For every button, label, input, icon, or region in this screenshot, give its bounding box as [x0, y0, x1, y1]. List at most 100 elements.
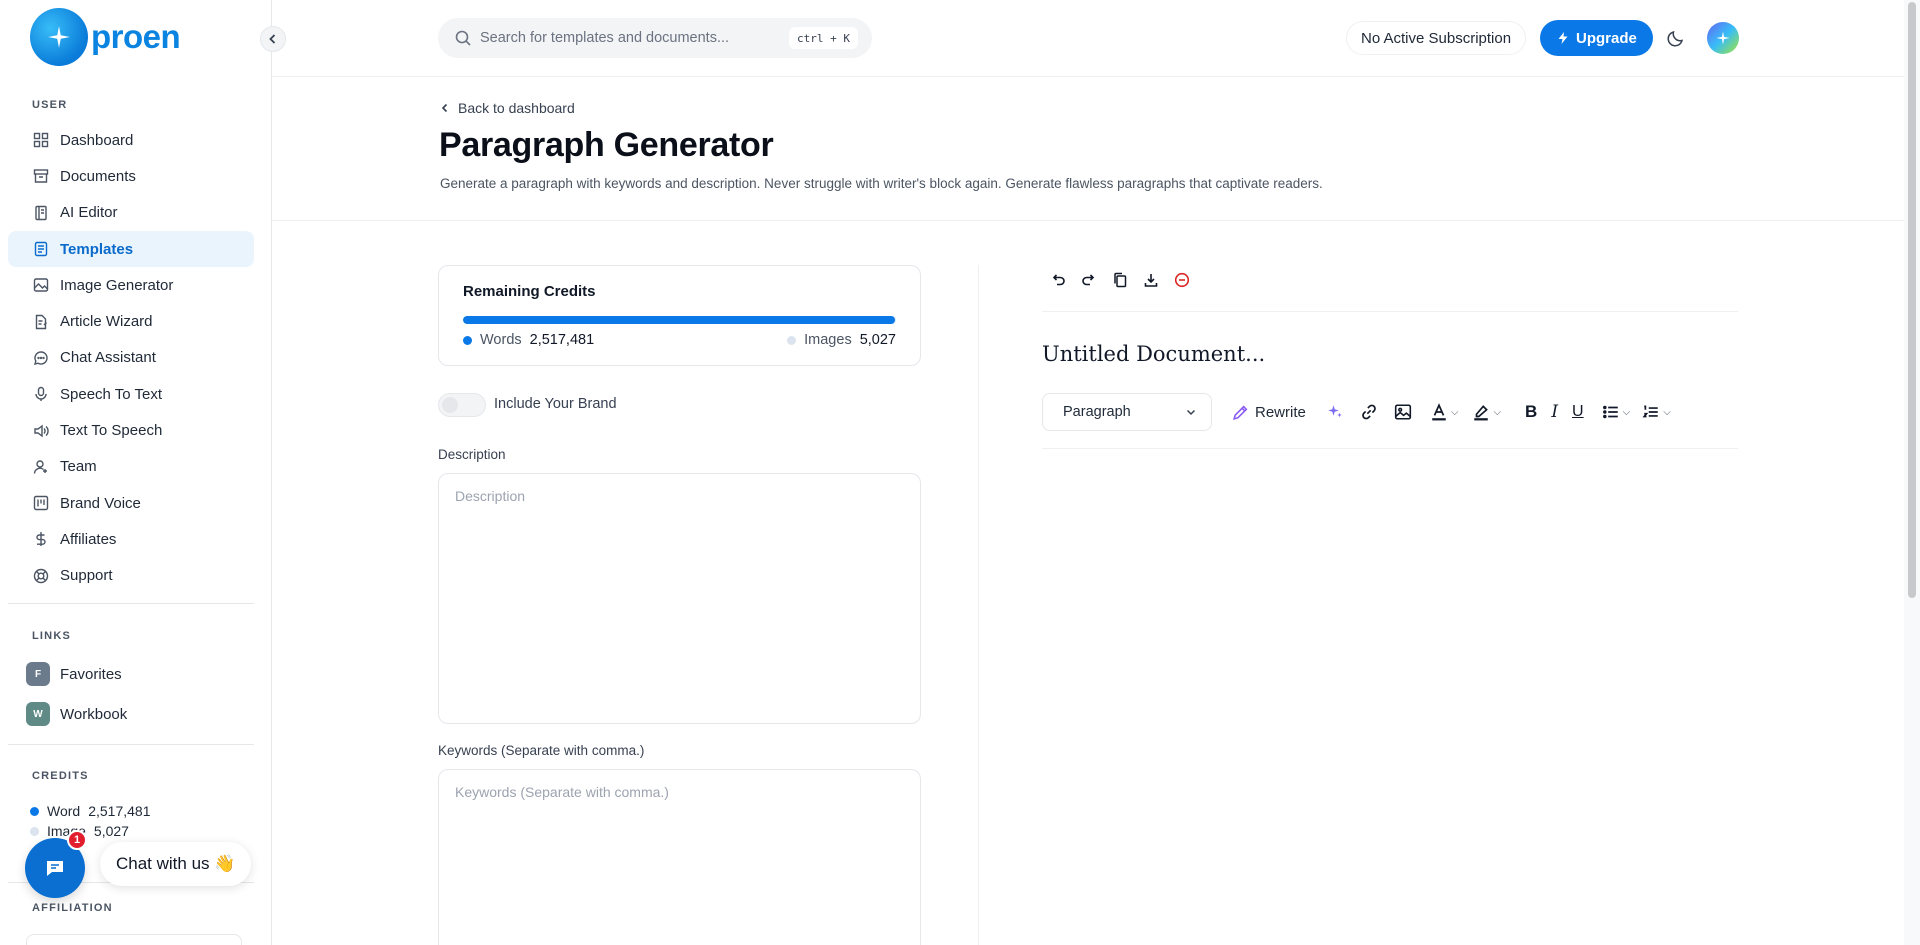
column-divider	[978, 265, 979, 945]
underline-icon[interactable]: U	[1572, 401, 1584, 423]
rewrite-label: Rewrite	[1255, 403, 1306, 421]
page-description: Generate a paragraph with keywords and d…	[440, 176, 1323, 191]
credits-progress-bar	[463, 316, 896, 324]
sidebar-item-dashboard[interactable]: Dashboard	[8, 122, 254, 158]
word-dot	[30, 806, 39, 816]
upgrade-button[interactable]: Upgrade	[1540, 20, 1653, 56]
brand-voice-icon	[32, 494, 50, 512]
page-title: Paragraph Generator	[439, 126, 774, 164]
link-favorites[interactable]: F Favorites	[26, 662, 122, 686]
mic-icon	[32, 385, 50, 403]
link-workbook[interactable]: W Workbook	[26, 702, 127, 726]
sidebar-item-templates[interactable]: Templates	[8, 230, 254, 268]
download-icon[interactable]	[1141, 270, 1161, 290]
brand-logo[interactable]: proen	[30, 8, 181, 66]
sidebar-item-team[interactable]: Team	[8, 449, 254, 485]
highlight-icon[interactable]	[1472, 401, 1490, 423]
chevron-down-icon[interactable]: ⌵	[1663, 407, 1671, 418]
delete-document-icon[interactable]	[1172, 270, 1192, 290]
chat-with-us-prompt[interactable]: Chat with us 👋	[100, 842, 252, 886]
sidebar-item-affiliates[interactable]: Affiliates	[8, 521, 254, 557]
chevron-down-icon	[1186, 409, 1196, 416]
sidebar-item-brand-voice[interactable]: Brand Voice	[8, 485, 254, 521]
brand-name: proen	[91, 18, 181, 55]
dollar-icon	[32, 530, 50, 548]
italic-icon[interactable]: I	[1551, 401, 1558, 423]
template-icon	[32, 240, 50, 258]
rewrite-button[interactable]: Rewrite	[1232, 404, 1306, 421]
sidebar-item-article-wizard[interactable]: Article Wizard	[8, 303, 254, 339]
search-input[interactable]: Search for templates and documents... ct…	[438, 18, 872, 58]
link-icon[interactable]	[1360, 401, 1378, 423]
words-value: 2,517,481	[529, 332, 595, 348]
search-shortcut: ctrl + K	[789, 27, 858, 49]
sidebar-item-chat-assistant[interactable]: Chat Assistant	[8, 340, 254, 376]
chat-unread-badge: 1	[67, 830, 87, 850]
back-label: Back to dashboard	[458, 100, 575, 116]
sidebar-item-label: Team	[60, 458, 97, 476]
chevron-down-icon[interactable]: ⌵	[1451, 407, 1459, 418]
editor-divider	[1042, 311, 1738, 312]
sidebar-item-label: Chat Assistant	[60, 349, 156, 367]
sidebar-item-label: Speech To Text	[60, 385, 163, 403]
grid-icon	[32, 131, 50, 149]
numbered-list-icon[interactable]	[1642, 401, 1660, 423]
dark-mode-toggle-icon[interactable]	[1666, 28, 1686, 48]
link-label: Workbook	[60, 705, 128, 723]
archive-icon	[32, 167, 50, 185]
app-root: proen USER Dashboard Documents AI Editor…	[0, 0, 1920, 945]
description-label: Description	[438, 447, 506, 462]
pencil-icon	[1232, 404, 1249, 421]
sidebar-item-label: Text To Speech	[60, 422, 163, 440]
subscription-status[interactable]: No Active Subscription	[1346, 21, 1527, 55]
insert-image-icon[interactable]	[1394, 401, 1412, 423]
sidebar-item-label: Dashboard	[60, 131, 134, 149]
text-color-icon[interactable]	[1430, 401, 1448, 423]
description-field[interactable]: Description	[438, 473, 921, 724]
top-bar: Search for templates and documents... ct…	[272, 0, 1904, 77]
chevron-down-icon[interactable]: ⌵	[1493, 407, 1501, 418]
credits-progress-fill	[463, 316, 896, 324]
bold-icon[interactable]: B	[1525, 401, 1537, 423]
bullet-list-icon[interactable]	[1602, 401, 1620, 423]
images-dot	[787, 335, 797, 345]
sidebar-item-ai-editor[interactable]: AI Editor	[8, 195, 254, 231]
copy-icon[interactable]	[1110, 270, 1130, 290]
page-scrollbar[interactable]	[1904, 0, 1920, 945]
sidebar-item-label: Image Generator	[60, 276, 174, 294]
user-avatar[interactable]	[1707, 22, 1739, 54]
keywords-field[interactable]: Keywords (Separate with comma.)	[438, 769, 921, 945]
link-badge: F	[26, 662, 50, 686]
remaining-credits-card: Remaining Credits Words 2,517,481 Images…	[438, 265, 921, 366]
sidebar-word-credits: Word 2,517,481	[30, 803, 151, 819]
affiliation-section-label: AFFILIATION	[32, 902, 113, 914]
block-type-value: Paragraph	[1063, 404, 1131, 420]
back-to-dashboard-link[interactable]: Back to dashboard	[440, 100, 575, 116]
words-credit: Words 2,517,481	[463, 332, 594, 348]
lifebuoy-icon	[32, 567, 50, 585]
header-divider	[272, 220, 1904, 221]
file-pen-icon	[32, 313, 50, 331]
image-icon	[32, 276, 50, 294]
sidebar-item-speech-to-text[interactable]: Speech To Text	[8, 376, 254, 412]
credit-value: 2,517,481	[88, 803, 151, 819]
images-value: 5,027	[859, 332, 896, 348]
speaker-icon	[32, 422, 50, 440]
sidebar-item-documents[interactable]: Documents	[8, 158, 254, 194]
sidebar-item-support[interactable]: Support	[8, 558, 254, 594]
ai-sparkle-icon[interactable]	[1326, 401, 1344, 423]
document-title[interactable]: Untitled Document...	[1042, 342, 1265, 366]
include-brand-toggle[interactable]	[438, 393, 486, 417]
chevron-down-icon[interactable]: ⌵	[1623, 407, 1631, 418]
block-type-select[interactable]: Paragraph	[1042, 393, 1212, 431]
link-badge: W	[26, 702, 50, 726]
sidebar-item-text-to-speech[interactable]: Text To Speech	[8, 412, 254, 448]
collapse-sidebar-button[interactable]	[260, 26, 286, 52]
sidebar-item-label: Brand Voice	[60, 494, 141, 512]
undo-icon[interactable]	[1048, 270, 1068, 290]
editor-divider	[1042, 448, 1738, 449]
scrollbar-thumb[interactable]	[1908, 2, 1916, 598]
words-dot	[463, 335, 472, 345]
redo-icon[interactable]	[1079, 270, 1099, 290]
sidebar-item-image-generator[interactable]: Image Generator	[8, 267, 254, 303]
